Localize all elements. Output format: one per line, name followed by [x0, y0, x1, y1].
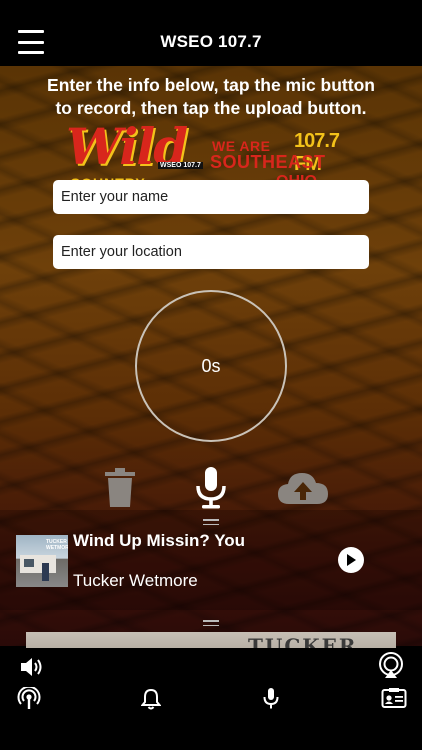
contact-card-icon [381, 688, 407, 708]
track-title: Wind Up Missin? You [73, 531, 246, 550]
podcast-icon [17, 687, 41, 709]
album-art-figure [42, 563, 49, 581]
track-artist: Tucker Wetmore [73, 571, 198, 590]
record-timer-circle: 0s [135, 290, 287, 442]
cloud-upload-icon [278, 473, 328, 504]
grip-line [203, 519, 219, 521]
upload-button[interactable] [275, 466, 331, 510]
volume-icon [21, 658, 42, 676]
name-input[interactable] [53, 180, 369, 214]
record-timer: 0s [201, 355, 221, 376]
location-input[interactable] [53, 235, 369, 269]
header-bar: WSEO 107.7 [0, 0, 422, 66]
station-logo: Wild WSEO 107.7 COUNTRY WE ARE 107.7 FM … [66, 122, 358, 185]
contact-button[interactable] [380, 686, 408, 710]
album-art-window [24, 559, 34, 567]
microphone-tab-button[interactable] [260, 686, 282, 712]
banner-text: TUCKER [248, 634, 358, 648]
album-art-text: TUCKER WETMORE [46, 539, 68, 551]
bell-icon [141, 688, 161, 710]
play-icon [347, 554, 356, 566]
logo-southeast-text: SOUTHEAST [210, 152, 326, 172]
bottom-bar [0, 648, 422, 750]
page-title: WSEO 107.7 [160, 32, 262, 51]
notifications-button[interactable] [139, 686, 163, 712]
album-art: TUCKER WETMORE [16, 535, 68, 587]
grip-line [203, 523, 219, 525]
trash-icon [105, 468, 135, 507]
app-root: WSEO 107.7 Wild WSEO 107.7 COUNTRY WE AR… [0, 0, 422, 750]
drag-handle[interactable] [203, 620, 219, 626]
artist-banner-image: TUCKER [26, 632, 396, 648]
volume-button[interactable] [18, 654, 46, 680]
record-mic-button[interactable] [190, 466, 232, 510]
instructions-text: Enter the info below, tap the mic button… [47, 75, 375, 118]
play-button[interactable] [338, 547, 364, 573]
logo-station-small: WSEO 107.7 [158, 162, 203, 169]
grip-line [203, 624, 219, 626]
airplay-icon [379, 652, 403, 678]
grip-line [203, 620, 219, 622]
drag-handle[interactable] [203, 519, 219, 525]
podcast-button[interactable] [16, 686, 42, 712]
microphone-icon [196, 467, 226, 509]
airplay-button[interactable] [377, 652, 405, 680]
delete-button[interactable] [100, 466, 140, 510]
microphone-icon [263, 688, 279, 709]
